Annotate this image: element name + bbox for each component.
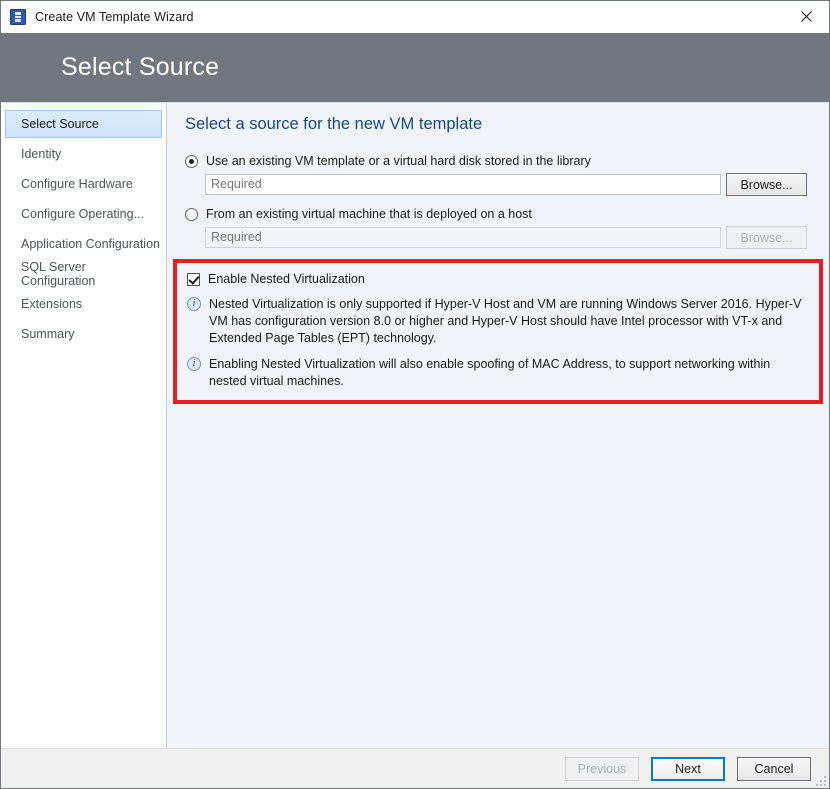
- content-heading: Select a source for the new VM template: [185, 115, 807, 134]
- wizard-app-icon: [10, 9, 26, 25]
- sidebar-item-label: Application Configuration: [21, 237, 160, 251]
- radio-existing-template[interactable]: [185, 155, 198, 168]
- sidebar-item-label: Configure Operating...: [21, 207, 144, 221]
- resize-grip[interactable]: [814, 774, 826, 786]
- close-icon[interactable]: [783, 1, 829, 31]
- host-vm-source-input: [205, 227, 721, 248]
- page-title: Select Source: [61, 53, 219, 82]
- library-source-input[interactable]: [205, 174, 721, 195]
- enable-nested-virtualization-label: Enable Nested Virtualization: [208, 271, 365, 287]
- next-button[interactable]: Next: [651, 757, 725, 781]
- source-option-host-vm-label: From an existing virtual machine that is…: [206, 206, 532, 222]
- enable-nested-virtualization-row[interactable]: Enable Nested Virtualization: [187, 271, 809, 287]
- nested-virtualization-note-2-text: Enabling Nested Virtualization will also…: [209, 356, 803, 390]
- main-content: Select a source for the new VM template …: [167, 103, 829, 748]
- source-option-library[interactable]: Use an existing VM template or a virtual…: [185, 153, 807, 169]
- sidebar-item-label: Summary: [21, 327, 74, 341]
- wizard-body: Select Source Identity Configure Hardwar…: [1, 102, 829, 748]
- sidebar-item-configure-hardware[interactable]: Configure Hardware: [5, 170, 162, 198]
- sidebar-item-configure-operating[interactable]: Configure Operating...: [5, 200, 162, 228]
- sidebar-item-sql-server-configuration[interactable]: SQL Server Configuration: [5, 260, 162, 288]
- library-source-field-row: Browse...: [205, 173, 807, 196]
- page-header-band: Select Source: [1, 33, 829, 102]
- nested-virtualization-highlight: Enable Nested Virtualization Nested Virt…: [173, 259, 823, 404]
- info-icon: [187, 297, 201, 311]
- sidebar-item-label: SQL Server Configuration: [21, 260, 161, 288]
- radio-existing-vm[interactable]: [185, 208, 198, 221]
- sidebar-item-label: Extensions: [21, 297, 82, 311]
- browse-host-vm-button: Browse...: [726, 226, 807, 249]
- info-icon: [187, 357, 201, 371]
- cancel-button[interactable]: Cancel: [737, 757, 811, 781]
- title-bar: Create VM Template Wizard: [1, 1, 829, 33]
- sidebar-item-select-source[interactable]: Select Source: [5, 110, 162, 138]
- sidebar-item-identity[interactable]: Identity: [5, 140, 162, 168]
- browse-library-button[interactable]: Browse...: [726, 173, 807, 196]
- wizard-footer: Previous Next Cancel: [1, 748, 829, 788]
- sidebar-item-application-configuration[interactable]: Application Configuration: [5, 230, 162, 258]
- nested-virtualization-note-2: Enabling Nested Virtualization will also…: [187, 356, 809, 390]
- nested-virtualization-note-1-text: Nested Virtualization is only supported …: [209, 296, 803, 347]
- sidebar-item-summary[interactable]: Summary: [5, 320, 162, 348]
- source-option-library-label: Use an existing VM template or a virtual…: [206, 153, 591, 169]
- previous-button: Previous: [565, 757, 639, 781]
- sidebar-item-label: Select Source: [21, 117, 99, 131]
- window-title: Create VM Template Wizard: [35, 10, 194, 24]
- enable-nested-virtualization-checkbox[interactable]: [187, 273, 200, 286]
- sidebar-item-extensions[interactable]: Extensions: [5, 290, 162, 318]
- source-option-host-vm[interactable]: From an existing virtual machine that is…: [185, 206, 807, 222]
- sidebar-item-label: Configure Hardware: [21, 177, 133, 191]
- wizard-step-nav: Select Source Identity Configure Hardwar…: [1, 103, 167, 748]
- sidebar-item-label: Identity: [21, 147, 61, 161]
- nested-virtualization-note-1: Nested Virtualization is only supported …: [187, 296, 809, 347]
- host-vm-source-field-row: Browse...: [205, 226, 807, 249]
- wizard-window: Create VM Template Wizard Select Source …: [0, 0, 830, 789]
